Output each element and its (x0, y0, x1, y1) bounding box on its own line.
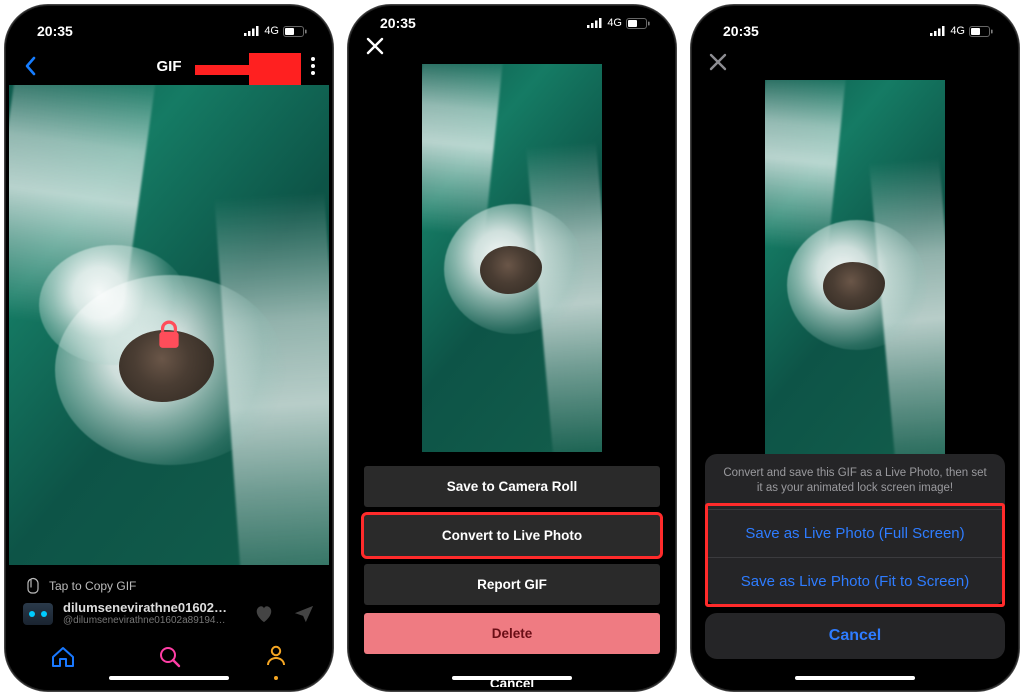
status-time: 20:35 (37, 23, 73, 39)
gif-preview (352, 60, 672, 452)
status-bar: 20:35 4G (352, 15, 672, 31)
phone-frame-1: 20:35 4G GIF (4, 4, 334, 692)
gif-preview[interactable] (9, 85, 329, 565)
action-sheet-card: Convert and save this GIF as a Live Phot… (705, 454, 1005, 605)
lock-icon (156, 320, 182, 350)
author-row[interactable]: dilumsenevirathne01602… @dilumsenevirath… (9, 599, 329, 626)
tap-to-copy[interactable]: Tap to Copy GIF (9, 565, 329, 599)
tab-search-icon[interactable] (158, 645, 182, 669)
status-bar: 20:35 4G (695, 15, 1015, 47)
home-indicator[interactable] (109, 676, 229, 680)
status-time: 20:35 (723, 23, 759, 39)
page-title: GIF (9, 58, 329, 75)
action-menu: Save to Camera Roll Convert to Live Phot… (352, 466, 672, 654)
close-icon (709, 53, 727, 71)
menu-save-camera-roll[interactable]: Save to Camera Roll (364, 466, 660, 507)
close-button[interactable] (695, 47, 1015, 76)
status-right: 4G (930, 25, 993, 37)
status-time: 20:35 (380, 15, 416, 31)
status-network: 4G (607, 17, 622, 29)
close-icon (366, 37, 384, 55)
battery-icon (626, 18, 650, 29)
menu-delete[interactable]: Delete (364, 613, 660, 654)
sheet-option-fit-screen[interactable]: Save as Live Photo (Fit to Screen) (705, 558, 1005, 605)
phone-frame-2: 20:35 4G Save to Camera Roll Convert to … (347, 4, 677, 692)
ocean-image (422, 64, 602, 452)
menu-report-gif[interactable]: Report GIF (364, 564, 660, 605)
tap-label: Tap to Copy GIF (49, 579, 136, 593)
screen-1: 20:35 4G GIF (9, 9, 329, 687)
screen-2: 20:35 4G Save to Camera Roll Convert to … (352, 9, 672, 687)
battery-icon (283, 26, 307, 37)
tab-home-icon[interactable] (50, 645, 76, 669)
status-network: 4G (950, 25, 965, 37)
nav-bar: GIF (9, 47, 329, 85)
more-icon[interactable] (311, 57, 315, 75)
battery-icon (969, 26, 993, 37)
signal-icon (930, 26, 946, 36)
ocean-image (9, 85, 329, 565)
sheet-message: Convert and save this GIF as a Live Phot… (705, 454, 1005, 510)
sheet-cancel[interactable]: Cancel (705, 613, 1005, 659)
status-right: 4G (244, 25, 307, 37)
action-sheet: Convert and save this GIF as a Live Phot… (695, 76, 1015, 687)
tap-icon (25, 577, 41, 595)
author-name: dilumsenevirathne01602… (63, 601, 227, 615)
tab-profile-icon[interactable] (264, 643, 288, 667)
heart-icon[interactable] (253, 604, 275, 624)
signal-icon (587, 18, 603, 28)
phone-frame-3: 20:35 4G Convert and save th (690, 4, 1020, 692)
sheet-option-full-screen[interactable]: Save as Live Photo (Full Screen) (705, 510, 1005, 558)
menu-convert-live-photo[interactable]: Convert to Live Photo (364, 515, 660, 556)
author-handle: @dilumsenevirathne01602a89194… (63, 615, 227, 626)
status-bar: 20:35 4G (9, 15, 329, 47)
home-indicator[interactable] (795, 676, 915, 680)
close-button[interactable] (352, 31, 672, 60)
status-network: 4G (264, 25, 279, 37)
home-indicator[interactable] (452, 676, 572, 680)
avatar (23, 603, 53, 625)
signal-icon (244, 26, 260, 36)
screen-3: 20:35 4G Convert and save th (695, 9, 1015, 687)
send-icon[interactable] (293, 604, 315, 624)
status-right: 4G (587, 17, 650, 29)
